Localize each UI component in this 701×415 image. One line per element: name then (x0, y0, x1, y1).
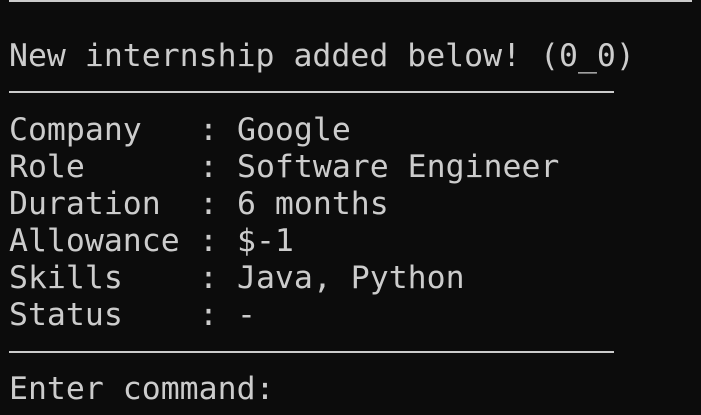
field-skills: Skills: Java, Python (9, 260, 465, 297)
field-role: Role: Software Engineer (9, 149, 559, 186)
field-separator: : (199, 260, 218, 296)
field-separator: : (199, 186, 218, 222)
field-value: Google (237, 112, 351, 148)
field-key: Role (9, 149, 85, 185)
field-value: 6 months (237, 186, 389, 222)
divider-bottom (9, 351, 614, 353)
field-key: Duration (9, 186, 161, 222)
divider-top (9, 0, 692, 2)
field-separator: : (199, 149, 218, 185)
field-separator: : (199, 223, 218, 259)
field-value: Java, Python (237, 260, 465, 296)
field-key: Skills (9, 260, 123, 296)
field-separator: : (199, 297, 218, 333)
divider-middle (9, 91, 614, 93)
field-value: Software Engineer (237, 149, 560, 185)
field-status: Status: - (9, 297, 256, 334)
field-company: Company: Google (9, 112, 351, 149)
field-key: Allowance (9, 223, 180, 259)
header-message: New internship added below! (0_0) (9, 38, 635, 74)
field-duration: Duration:6 months (9, 186, 389, 223)
field-value: $-1 (237, 223, 294, 259)
field-key: Status (9, 297, 123, 333)
field-allowance: Allowance: $-1 (9, 223, 294, 260)
field-value: - (237, 297, 256, 333)
terminal-window[interactable]: New internship added below! (0_0) Compan… (0, 0, 701, 415)
field-key: Company (9, 112, 142, 148)
field-separator: : (199, 112, 218, 148)
command-prompt[interactable]: Enter command: (9, 371, 275, 408)
